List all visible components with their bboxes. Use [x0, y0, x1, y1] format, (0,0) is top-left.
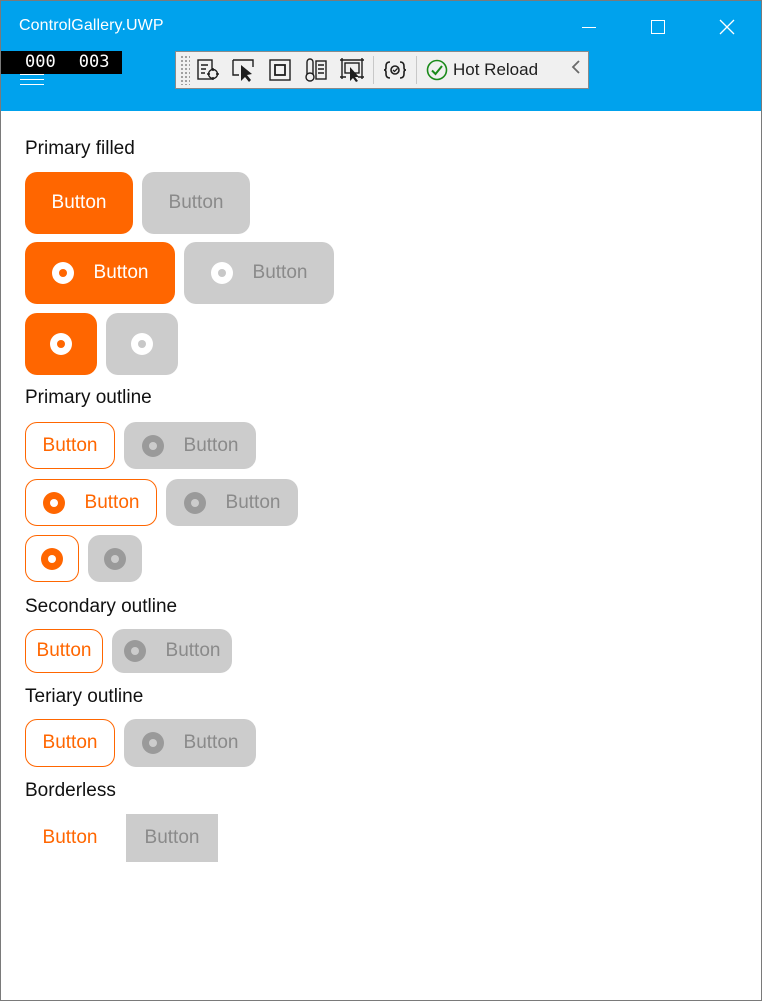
section-secondary-outline: Secondary outline	[25, 596, 178, 617]
teriary-outline-button[interactable]: Button	[25, 719, 115, 767]
maximize-button[interactable]	[635, 11, 681, 43]
app-window: ControlGallery.UWP 000 003 Hot Reload Pr…	[0, 0, 762, 1001]
xaml-debug-toolbar: Hot Reload	[175, 51, 589, 89]
primary-outline-icon-only-button-disabled[interactable]	[88, 535, 142, 582]
primary-filled-icon-only-button-disabled[interactable]	[106, 313, 178, 375]
display-adorners-button[interactable]	[262, 53, 298, 87]
layout-adorner-icon	[340, 58, 364, 82]
live-visual-tree-icon	[197, 59, 219, 80]
button-label: Button	[252, 262, 308, 283]
radio-dot-icon	[183, 491, 206, 514]
hot-reload-check-icon	[426, 59, 448, 81]
radio-dot-icon	[210, 262, 233, 284]
secondary-outline-button[interactable]: Button	[25, 629, 103, 673]
primary-filled-icon-only-button[interactable]	[25, 313, 97, 375]
frame-rate-counter: 000 003	[1, 51, 122, 74]
teriary-outline-button-disabled[interactable]: Button	[124, 719, 256, 767]
frame-counter-value: 003	[78, 52, 110, 72]
minimize-button[interactable]	[566, 11, 612, 43]
primary-outline-button[interactable]: Button	[25, 422, 115, 469]
section-teriary-outline: Teriary outline	[25, 686, 144, 707]
radio-dot-icon	[51, 262, 74, 284]
hot-reload-label: Hot Reload	[453, 60, 539, 79]
button-label: Button	[51, 192, 107, 213]
select-element-button[interactable]	[226, 53, 262, 87]
maximize-icon	[651, 20, 665, 34]
button-label: Button	[165, 640, 221, 661]
layout-adorner-button[interactable]	[334, 53, 370, 87]
window-title: ControlGallery.UWP	[19, 17, 164, 34]
title-bar: ControlGallery.UWP 000 003 Hot Reload	[1, 1, 761, 111]
radio-dot-icon	[41, 547, 63, 570]
frame-counter-value: 000	[25, 52, 56, 72]
hamburger-menu-button[interactable]	[20, 72, 44, 86]
section-borderless: Borderless	[25, 780, 116, 801]
button-label: Button	[168, 192, 224, 213]
collapse-chevron-icon	[571, 60, 580, 74]
toolbar-separator	[416, 56, 417, 84]
radio-dot-icon	[50, 333, 72, 355]
button-label: Button	[42, 732, 98, 753]
section-primary-outline: Primary outline	[25, 387, 152, 408]
borderless-button-disabled[interactable]: Button	[126, 814, 218, 862]
track-focus-icon	[305, 58, 327, 82]
radio-dot-icon	[141, 732, 164, 754]
button-label: Button	[183, 732, 239, 753]
radio-dot-icon	[123, 640, 146, 662]
primary-filled-icon-button[interactable]: Button	[25, 242, 175, 304]
radio-dot-icon	[104, 547, 126, 570]
minimize-icon	[582, 26, 596, 28]
primary-outline-button-disabled[interactable]: Button	[124, 422, 256, 469]
live-visual-tree-button[interactable]	[190, 53, 226, 87]
button-label: Button	[42, 827, 98, 848]
select-element-icon	[232, 59, 254, 82]
primary-outline-icon-button-disabled[interactable]: Button	[166, 479, 298, 526]
hot-reload-status[interactable]: Hot Reload	[420, 53, 544, 87]
radio-dot-icon	[141, 434, 164, 457]
binding-failures-button[interactable]	[377, 53, 413, 87]
secondary-outline-button-disabled[interactable]: Button	[112, 629, 232, 673]
primary-filled-button[interactable]: Button	[25, 172, 133, 234]
display-adorners-icon	[269, 59, 291, 81]
collapse-toolbar-button[interactable]	[570, 58, 582, 82]
button-label: Button	[84, 491, 140, 513]
button-label: Button	[93, 262, 149, 283]
xaml-binding-failures-icon	[383, 61, 407, 79]
toolbar-separator	[373, 56, 374, 84]
button-label: Button	[225, 491, 281, 513]
primary-outline-icon-only-button[interactable]	[25, 535, 79, 582]
borderless-button[interactable]: Button	[25, 814, 115, 862]
primary-filled-icon-button-disabled[interactable]: Button	[184, 242, 334, 304]
radio-dot-icon	[131, 333, 153, 355]
track-focus-button[interactable]	[298, 53, 334, 87]
button-label: Button	[42, 434, 98, 456]
toolbar-grip[interactable]	[180, 55, 190, 85]
section-primary-filled: Primary filled	[25, 138, 135, 159]
primary-outline-icon-button[interactable]: Button	[25, 479, 157, 526]
button-label: Button	[144, 827, 200, 848]
button-label: Button	[36, 640, 92, 661]
close-button[interactable]	[704, 11, 750, 43]
close-icon	[719, 19, 735, 35]
radio-dot-icon	[42, 491, 65, 514]
button-label: Button	[183, 434, 239, 456]
primary-filled-button-disabled[interactable]: Button	[142, 172, 250, 234]
